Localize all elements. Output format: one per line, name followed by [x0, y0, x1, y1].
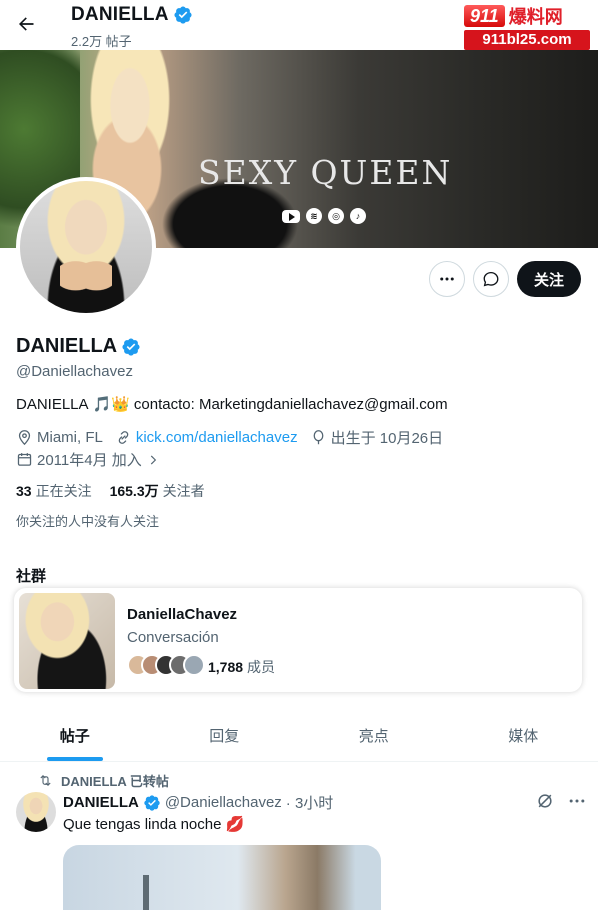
- community-name: DaniellaChavez: [127, 606, 238, 623]
- chat-bubble-icon: [483, 271, 499, 287]
- back-arrow-icon[interactable]: [12, 10, 40, 38]
- location-pin-icon: [18, 430, 31, 446]
- header-post-count: 2.2万 帖子: [71, 34, 132, 49]
- header-name-row: DANIELLA: [71, 4, 193, 26]
- tiktok-icon: ♪: [350, 208, 366, 224]
- profile-name: DANIELLA: [16, 335, 118, 357]
- post-time[interactable]: · 3小时: [286, 792, 334, 813]
- chevron-right-icon: [150, 455, 156, 464]
- tab-media[interactable]: 媒体: [449, 710, 598, 761]
- header-title: DANIELLA: [71, 4, 169, 25]
- verified-badge-icon[interactable]: [121, 337, 141, 357]
- post-text-emoji: 💋: [225, 816, 245, 833]
- media-tower: [143, 875, 149, 910]
- post-text: Que tengas linda noche 💋: [63, 815, 245, 834]
- message-button[interactable]: [473, 261, 509, 297]
- watermark-logo-text: 爆料网: [508, 7, 563, 27]
- youtube-icon: [282, 210, 300, 223]
- joined-text: 2011年4月 加入: [37, 452, 142, 469]
- joined-item[interactable]: 2011年4月 加入: [16, 449, 160, 470]
- community-member-avatars: [127, 654, 205, 676]
- following-label: 正在关注: [35, 483, 92, 499]
- watermark-url: 911bl25.com: [464, 30, 590, 50]
- banner-title: SEXY QUEEN: [198, 153, 453, 192]
- website-item[interactable]: kick.com/daniellachavez: [115, 429, 298, 446]
- bio-emojis: 🎵👑: [92, 396, 130, 413]
- member-count-label: 成员: [247, 659, 276, 675]
- follow-button[interactable]: 关注: [517, 261, 581, 297]
- followers-stat[interactable]: 165.3万 关注者: [110, 481, 205, 501]
- repost-icon: [40, 775, 51, 786]
- profile-handle: @Daniellachavez: [16, 363, 133, 380]
- birthday-item: 出生于 10月26日: [310, 427, 444, 448]
- profile-meta-row-1: Miami, FL kick.com/daniellachavez 出生于 10…: [16, 427, 455, 448]
- website-link[interactable]: kick.com/daniellachavez: [136, 429, 298, 446]
- banner-social-icons: ≋ ◎ ♪: [282, 208, 366, 224]
- bio-name: DANIELLA: [16, 395, 89, 413]
- instagram-icon: ◎: [328, 208, 344, 224]
- more-options-button[interactable]: [429, 261, 465, 297]
- community-image: [19, 593, 115, 689]
- location-item: Miami, FL: [16, 429, 103, 446]
- profile-bio: DANIELLA 🎵👑 contacto: Marketingdaniellac…: [16, 395, 448, 414]
- location-text: Miami, FL: [37, 429, 103, 446]
- top-bar: DANIELLA 2.2万 帖子 911 爆料网 911bl25.com: [0, 0, 598, 50]
- mutual-followers-text: 你关注的人中没有人关注: [16, 514, 160, 529]
- profile-meta-row-2: 2011年4月 加入: [16, 449, 172, 470]
- grok-icon[interactable]: [535, 791, 555, 811]
- tab-highlights[interactable]: 亮点: [299, 710, 449, 761]
- followers-count: 165.3万: [109, 483, 159, 499]
- repost-label: DANIELLA 已转帖: [61, 774, 169, 789]
- following-count: 33: [16, 483, 32, 499]
- community-section-title: 社群: [16, 568, 47, 585]
- member-avatar: [183, 654, 205, 676]
- post-header: DANIELLA @Daniellachavez · 3小时: [63, 792, 333, 813]
- profile-tabs: 帖子 回复 亮点 媒体: [0, 710, 598, 762]
- bio-text: contacto: Marketingdaniellachavez@gmail.…: [133, 395, 448, 413]
- more-dots-icon[interactable]: [567, 791, 587, 811]
- community-subtitle: Conversación: [127, 629, 219, 646]
- verified-badge-icon: [174, 6, 192, 24]
- community-member-count: 1,788 成员: [208, 657, 275, 677]
- verified-badge-icon: [144, 794, 160, 811]
- post-author-avatar[interactable]: [16, 792, 56, 832]
- spotify-icon: ≋: [306, 208, 322, 224]
- watermark-logo-number: 911: [464, 5, 505, 27]
- following-stat[interactable]: 33 正在关注: [16, 481, 92, 501]
- repost-indicator: DANIELLA 已转帖: [38, 771, 169, 790]
- tab-posts[interactable]: 帖子: [0, 710, 150, 761]
- tab-replies[interactable]: 回复: [150, 710, 300, 761]
- follow-stats: 33 正在关注 165.3万 关注者: [16, 481, 205, 501]
- community-card[interactable]: DaniellaChavez Conversación 1,788 成员: [14, 588, 582, 692]
- birthday-text: 出生于 10月26日: [330, 430, 444, 447]
- more-dots-icon: [440, 277, 454, 281]
- post-author-handle[interactable]: @Daniellachavez: [165, 794, 282, 811]
- link-icon: [118, 431, 129, 444]
- post-text-body: Que tengas linda noche: [63, 815, 222, 833]
- calendar-icon: [17, 453, 32, 466]
- profile-avatar[interactable]: [16, 177, 156, 317]
- profile-name-row: DANIELLA: [16, 335, 141, 358]
- member-count-number: 1,788: [208, 659, 244, 675]
- post-author-name[interactable]: DANIELLA: [63, 794, 139, 811]
- post-media-image[interactable]: [63, 845, 381, 910]
- followers-label: 关注者: [162, 483, 205, 499]
- watermark: 911 爆料网 911bl25.com: [464, 4, 590, 52]
- post-top-actions: [535, 791, 587, 811]
- avatar-detail: [60, 259, 112, 301]
- balloon-icon: [313, 430, 323, 445]
